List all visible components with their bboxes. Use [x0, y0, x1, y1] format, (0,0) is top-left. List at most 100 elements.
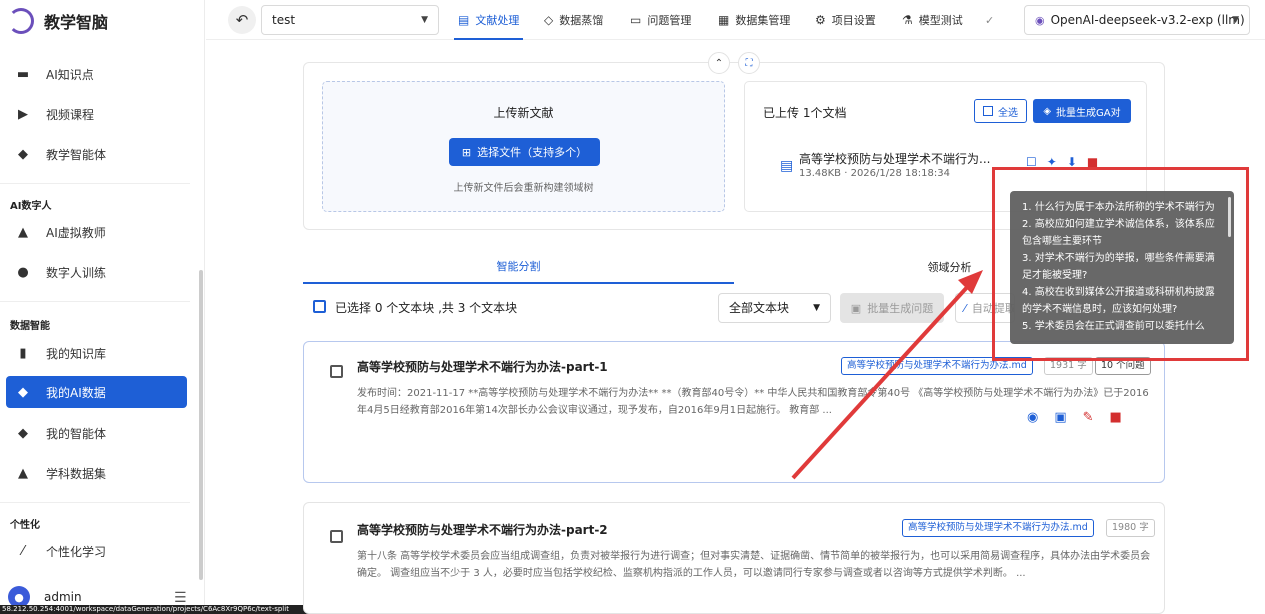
model-value: OpenAI-deepseek-v3.2-exp (llm) [1050, 13, 1245, 27]
user-name: admin [44, 590, 82, 604]
document-icon: ▤ [780, 158, 794, 174]
chunk-checkbox[interactable] [330, 530, 343, 543]
upload-file-icon: ⊞ [461, 145, 472, 159]
upload-dropzone[interactable]: 上传新文献 ⊞ 选择文件（支持多个） 上传新文件后会重新构建领域树 [322, 81, 725, 212]
delete-icon[interactable]: ■ [1110, 410, 1122, 425]
select-all-button[interactable]: 全选 [974, 99, 1027, 123]
collapse-sidebar-icon[interactable]: ☰ [174, 590, 187, 606]
selection-summary: 已选择 0 个文本块 ,共 3 个文本块 [335, 301, 518, 315]
undo-icon: ↶ [235, 11, 249, 29]
sidebar-item-personalized[interactable]: ⁄ 个性化学习 [6, 535, 187, 567]
sidebar-item-ai-teacher[interactable]: ▲ AI虚拟教师 [6, 216, 187, 248]
tab-literature[interactable]: ▤ 文献处理 [453, 4, 524, 40]
chunk-card[interactable]: 高等学校预防与处理学术不端行为办法-part-2 高等学校预防与处理学术不端行为… [303, 502, 1165, 614]
sidebar-item-label: 教学智能体 [46, 147, 107, 162]
eye-icon[interactable]: ◉ [1027, 410, 1038, 425]
checkbox-icon [983, 106, 993, 116]
question-icon: ▣ [850, 301, 862, 315]
file-tag[interactable]: 高等学校预防与处理学术不端行为办法.md [902, 519, 1094, 537]
sidebar-item-label: 个性化学习 [46, 544, 107, 559]
chunk-filter-select[interactable]: 全部文本块 ▼ [718, 293, 831, 323]
tab-label: 文献处理 [475, 14, 520, 27]
upload-hint: 上传新文件后会重新构建领域树 [453, 183, 594, 194]
tab-smart-split[interactable]: 智能分割 [303, 250, 734, 284]
video-icon: ▶ [18, 106, 28, 122]
project-select[interactable]: test ▼ [261, 5, 439, 35]
annotation-box [992, 167, 1249, 361]
button-label: 选择文件（支持多个） [477, 146, 588, 159]
project-value: test [272, 13, 296, 27]
upload-title: 上传新文献 [493, 106, 554, 120]
sidebar-item-label: 我的智能体 [46, 426, 107, 441]
section-title: 个性化 [10, 520, 40, 531]
tab-label: 项目设置 [831, 14, 876, 27]
sidebar-item-video-course[interactable]: ▶ 视频课程 [6, 98, 187, 130]
chevron-up-icon: ⌃ [714, 57, 724, 69]
wand-icon: ⁄ [21, 543, 25, 559]
sidebar-item-label: AI虚拟教师 [46, 225, 106, 240]
tab-distill[interactable]: ◇ 数据蒸馏 [544, 4, 603, 36]
chunk-actions: ◉ ▣ ✎ ■ [1027, 410, 1122, 425]
tab-label: 数据集管理 [735, 14, 791, 27]
sidebar-item-knowledge-base[interactable]: ▮ 我的知识库 [6, 337, 187, 369]
uploaded-count: 已上传 1个文档 [763, 106, 847, 120]
batch-generate-ga-button[interactable]: ◈ 批量生成GA对 [1033, 99, 1131, 123]
model-icon: ◉ [1035, 13, 1045, 27]
sidebar-scrollbar[interactable] [199, 270, 203, 580]
cube-icon: ◆ [18, 425, 28, 441]
sidebar-item-ai-knowledge[interactable]: ▬ AI知识点 [6, 58, 187, 90]
clapper-icon: ▬ [16, 66, 30, 82]
sidebar: 教学智脑 ▬ AI知识点 ▶ 视频课程 ◆ 教学智能体 AI数字人 ▲ AI虚拟教师 ●… [0, 0, 205, 614]
collapse-button[interactable]: ⌃ [708, 52, 730, 74]
sidebar-item-my-agent[interactable]: ◆ 我的智能体 [6, 417, 187, 449]
sidebar-item-label: 学科数据集 [46, 466, 107, 481]
sidebar-item-label: AI知识点 [46, 67, 94, 82]
choose-files-button[interactable]: ⊞ 选择文件（支持多个） [449, 138, 600, 166]
graduation-cap-icon: ▲ [18, 224, 28, 240]
chat-icon: ▭ [630, 13, 642, 27]
question-icon[interactable]: ▣ [1054, 410, 1066, 425]
book-icon: ▮ [19, 345, 27, 361]
sidebar-item-label: 视频课程 [46, 107, 95, 122]
sidebar-item-label: 我的知识库 [46, 346, 107, 361]
topbar: ↶ test ▼ ▤ 文献处理 ◇ 数据蒸馏 ▭ 问题管理 ▦ 数据集管理 ⚙ 项目设置 … [206, 0, 1265, 40]
edit-icon[interactable]: ✎ [1083, 410, 1094, 425]
check-button[interactable]: ✓ [985, 4, 994, 36]
batch-generate-questions-button[interactable]: ▣ 批量生成问题 [840, 293, 944, 323]
back-button[interactable]: ↶ [228, 6, 256, 34]
tab-datasets[interactable]: ▦ 数据集管理 [718, 4, 790, 36]
sidebar-item-my-ai-data[interactable]: ◆ 我的AI数据 [6, 376, 187, 408]
sidebar-item-label: 数字人训练 [46, 265, 107, 280]
model-select[interactable]: ◉ OpenAI-deepseek-v3.2-exp (llm) ▼ [1024, 5, 1250, 35]
char-count-badge: 1980 字 [1106, 519, 1155, 537]
tab-model-test[interactable]: ⚗ 模型测试 [902, 4, 963, 36]
document-name[interactable]: 高等学校预防与处理学术不端行为... [799, 150, 994, 167]
tab-settings[interactable]: ⚙ 项目设置 [815, 4, 876, 36]
button-label: 全选 [998, 107, 1018, 119]
wand-icon: ⁄ [964, 301, 966, 315]
button-label: 批量生成GA对 [1056, 107, 1121, 119]
app-logo[interactable]: 教学智脑 [8, 6, 108, 36]
sidebar-item-teaching-agent[interactable]: ◆ 教学智能体 [6, 138, 187, 170]
status-url: 58.212.50.254:4001/workspace/dataGenerat… [0, 605, 322, 614]
sidebar-item-label: 我的AI数据 [46, 385, 106, 400]
section-title: AI数字人 [10, 201, 52, 212]
divider [0, 502, 190, 503]
chevron-down-icon: ▼ [813, 303, 820, 313]
select-all-chunks-checkbox[interactable] [313, 300, 326, 313]
fullscreen-button[interactable]: ⛶ [738, 52, 760, 74]
chunk-checkbox[interactable] [330, 365, 343, 378]
cube-icon: ◆ [18, 146, 28, 162]
gear-icon: ⚙ [815, 13, 826, 27]
grid-icon: ▦ [718, 13, 730, 27]
sidebar-item-digital-human[interactable]: ● 数字人训练 [6, 256, 187, 288]
section-title: 数据智能 [10, 321, 50, 332]
select-value: 全部文本块 [729, 301, 790, 315]
app-name: 教学智脑 [44, 13, 109, 32]
chunk-title: 高等学校预防与处理学术不端行为办法-part-2 [357, 523, 608, 537]
tab-questions[interactable]: ▭ 问题管理 [630, 4, 691, 36]
chunk-card[interactable]: 高等学校预防与处理学术不端行为办法-part-1 高等学校预防与处理学术不端行为… [303, 341, 1165, 483]
cube-icon: ◆ [18, 384, 28, 400]
logo-icon [8, 8, 34, 34]
sidebar-item-subject-dataset[interactable]: ▲ 学科数据集 [6, 457, 187, 489]
